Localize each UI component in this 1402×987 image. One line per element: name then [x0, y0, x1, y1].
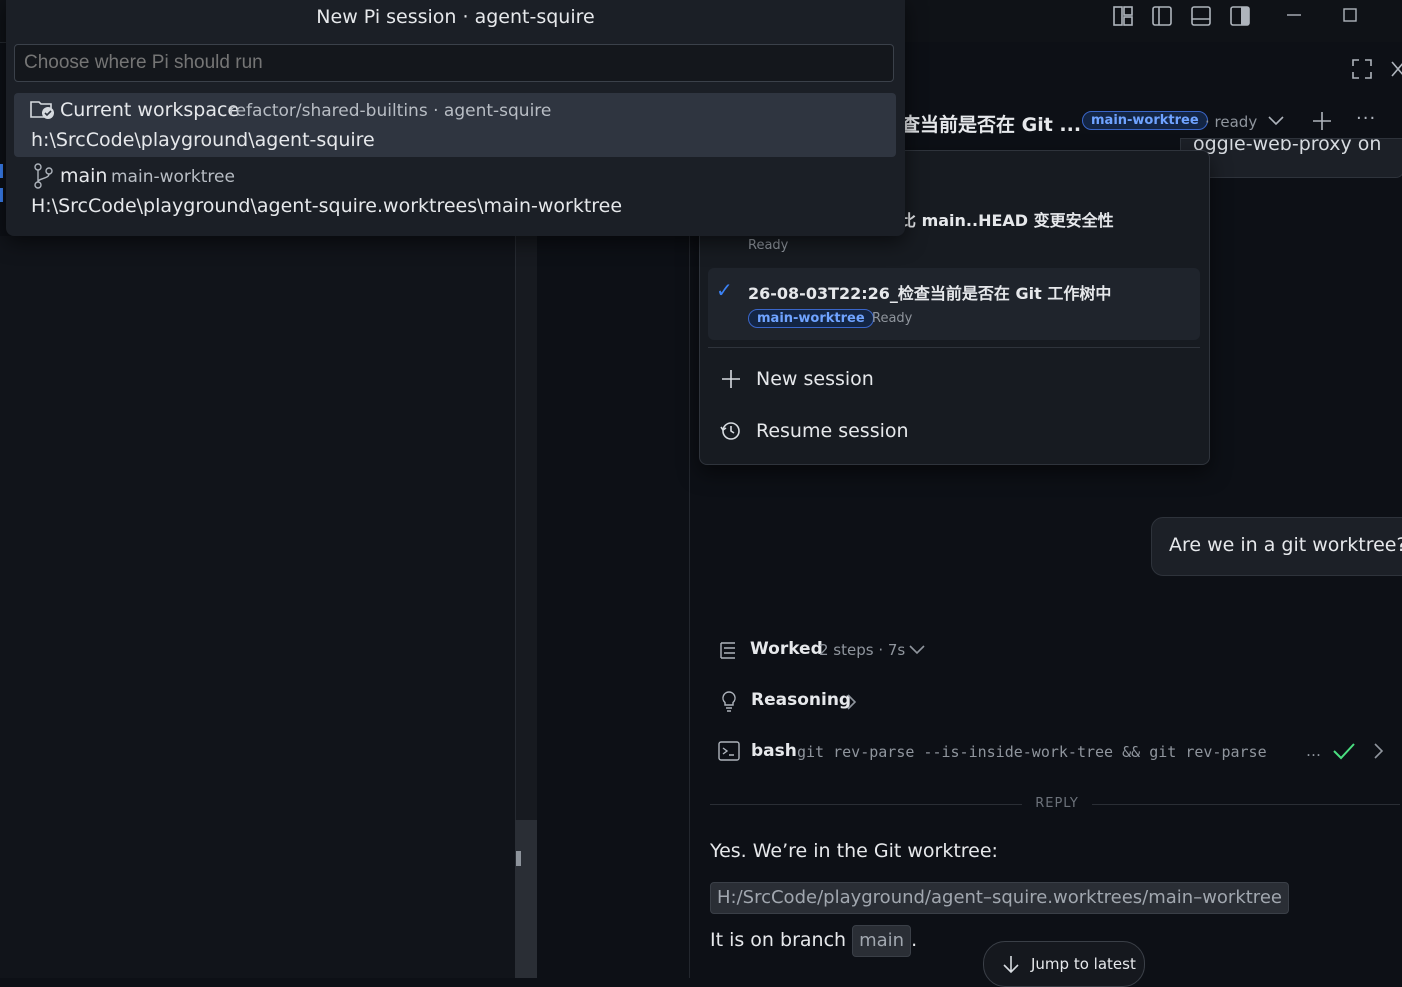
quick-pick-input[interactable] [14, 44, 894, 82]
peek-card: oggle-web-proxy on [1180, 138, 1402, 178]
plus-icon [722, 370, 740, 388]
new-session-item[interactable]: New session [708, 359, 1200, 401]
close-icon[interactable] [1390, 60, 1402, 78]
check-success-icon [1333, 743, 1355, 760]
tool-command: git rev-parse --is-inside-work-tree && g… [797, 743, 1267, 761]
toggle-secondary-sidebar-icon[interactable] [1229, 5, 1251, 27]
reply-line2-prefix: It is on branch [710, 929, 847, 951]
dropdown-divider [708, 347, 1200, 348]
quick-pick-item-path: h:\SrcCode\playground\agent-squire [31, 129, 375, 151]
reply-path-code: H:/SrcCode/playground/agent–squire.workt… [710, 882, 1289, 914]
reply-divider: REPLY [710, 795, 1400, 813]
history-icon [720, 422, 740, 440]
toggle-panel-icon[interactable] [1190, 5, 1212, 27]
checkmark-icon: ✓ [716, 278, 733, 302]
session-item-title: 26-08-03T22:26_检查当前是否在 Git 工作树中 [748, 284, 1112, 303]
user-message-text: Are we in a git worktree? [1169, 534, 1402, 556]
jump-to-latest-label: Jump to latest [1031, 955, 1136, 973]
new-session-label: New session [756, 368, 874, 390]
folder-check-icon [30, 101, 54, 119]
chevron-right-icon [847, 694, 857, 710]
git-branch-icon [34, 163, 53, 189]
user-message-bubble: Are we in a git worktree? [1151, 517, 1402, 576]
reply-text-line2: It is on branch main. [710, 925, 917, 957]
session-item-partial-status: Ready [748, 238, 789, 253]
fullscreen-icon[interactable] [1351, 58, 1373, 80]
quick-pick-item-detail: refactor/shared-builtins · agent-squire [229, 101, 552, 121]
session-status: · ready [1205, 113, 1258, 131]
quick-pick-item-current-workspace[interactable]: Current workspace refactor/shared-builti… [14, 93, 896, 157]
quick-pick: New Pi session · agent-squire Current wo… [6, 0, 905, 236]
quick-pick-item-path: H:\SrcCode\playground\agent-squire.workt… [31, 195, 623, 217]
reply-text-line1: Yes. We’re in the Git worktree: [710, 840, 998, 862]
session-item-badge: main-worktree [748, 309, 874, 328]
session-item-selected[interactable]: ✓ 26-08-03T22:26_检查当前是否在 Git 工作树中 main-w… [708, 268, 1200, 340]
maximize-icon[interactable] [1340, 5, 1360, 25]
tool-command-ellipsis: … [1306, 742, 1321, 760]
quick-pick-title: New Pi session · agent-squire [316, 6, 595, 28]
reasoning-label: Reasoning [751, 690, 852, 710]
jump-to-latest-button[interactable]: Jump to latest [983, 941, 1145, 987]
session-item-status: Ready [872, 311, 913, 326]
terminal-icon [718, 741, 740, 761]
sash-handle[interactable] [516, 851, 521, 866]
session-item-partial-title[interactable]: 比 main..HEAD 变更安全性 [900, 207, 1114, 231]
minimize-icon[interactable] [1284, 5, 1304, 25]
reply-divider-label: REPLY [1035, 796, 1079, 811]
tool-name: bash [751, 741, 797, 761]
reply-line2-suffix: . [911, 929, 918, 951]
lightbulb-icon [722, 691, 736, 712]
editor-left-panel [0, 236, 515, 978]
list-steps-icon [720, 642, 735, 659]
resume-session-item[interactable]: Resume session [708, 411, 1200, 453]
chevron-down-icon [909, 645, 925, 655]
reasoning-row[interactable]: Reasoning [710, 687, 870, 715]
worked-meta: 2 steps · 7s [819, 641, 906, 659]
layout-panels-icon[interactable] [1112, 5, 1134, 27]
chevron-right-icon [1374, 743, 1384, 759]
chevron-down-icon[interactable] [1267, 114, 1285, 128]
quick-pick-item-label: Current workspace [60, 99, 240, 121]
quick-pick-item-main[interactable]: main main-worktree H:\SrcCode\playground… [14, 159, 896, 223]
quick-pick-item-detail: main-worktree [111, 167, 235, 187]
add-icon[interactable] [1311, 110, 1333, 132]
peek-text: oggle-web-proxy on [1193, 138, 1382, 155]
worked-row[interactable]: Worked 2 steps · 7s [710, 636, 950, 664]
arrow-down-icon [1003, 956, 1019, 974]
resume-session-label: Resume session [756, 420, 909, 442]
scrollbar-thumb[interactable] [515, 820, 537, 978]
more-actions-icon[interactable]: ··· [1356, 108, 1376, 129]
worked-label: Worked [750, 639, 823, 659]
session-worktree-badge: main-worktree [1082, 111, 1208, 130]
session-title[interactable]: 查当前是否在 Git ... [901, 110, 1081, 137]
toggle-primary-sidebar-icon[interactable] [1151, 5, 1173, 27]
reply-branch-code: main [852, 925, 912, 957]
quick-pick-item-label: main [60, 165, 108, 187]
tool-call-row[interactable]: bash git rev-parse --is-inside-work-tree… [710, 737, 1400, 767]
